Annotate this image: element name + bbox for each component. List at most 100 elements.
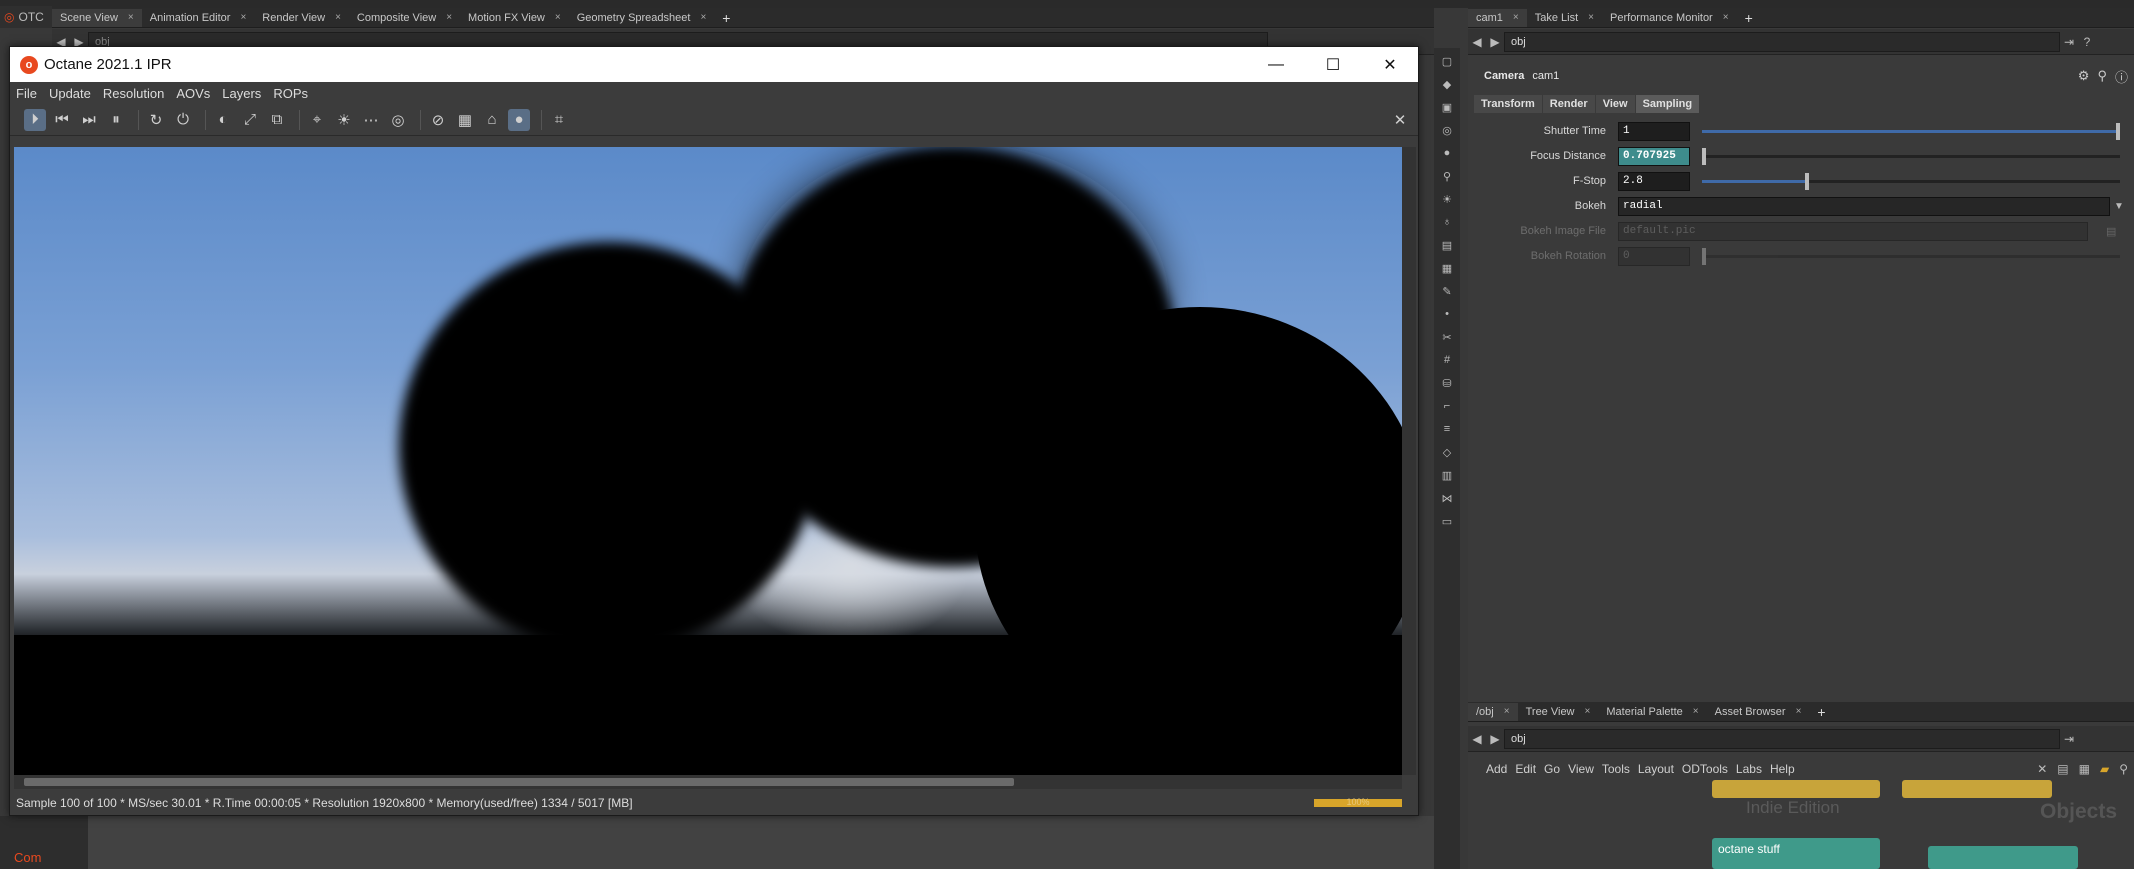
pin-icon[interactable]: ⚲ bbox=[1437, 166, 1457, 186]
layers-icon[interactable]: ≡ bbox=[1437, 419, 1457, 439]
contrast-icon[interactable]: ◐ bbox=[212, 109, 234, 131]
restart-icon[interactable]: ↻ bbox=[145, 109, 167, 131]
sphere-icon[interactable]: ● bbox=[1437, 143, 1457, 163]
target-icon[interactable]: ◎ bbox=[387, 109, 409, 131]
network-node-teal[interactable] bbox=[1928, 846, 2078, 869]
viewport-vertical-scrollbar[interactable] bbox=[1402, 147, 1416, 775]
forward-arrow-icon[interactable]: ▶ bbox=[1486, 730, 1504, 748]
menu-odtools[interactable]: ODTools bbox=[1682, 762, 1728, 776]
power-icon[interactable]: ⏻ bbox=[172, 109, 194, 131]
wrench-icon[interactable]: ✕ bbox=[2037, 762, 2047, 776]
file-chooser-icon[interactable]: ▤ bbox=[2106, 225, 2116, 238]
cube-icon[interactable]: ◆ bbox=[1437, 74, 1457, 94]
bokeh-select[interactable]: radial bbox=[1618, 196, 2110, 216]
menu-edit[interactable]: Edit bbox=[1515, 762, 1536, 776]
forward-arrow-icon[interactable]: ▶ bbox=[1486, 33, 1504, 51]
close-icon[interactable]: × bbox=[128, 12, 134, 23]
close-icon[interactable]: × bbox=[1585, 706, 1591, 717]
number-icon[interactable]: # bbox=[1437, 350, 1457, 370]
list-icon[interactable]: ▤ bbox=[2057, 762, 2068, 776]
film-icon[interactable]: ▥ bbox=[1437, 465, 1457, 485]
octane-stuff-node[interactable]: octane stuff bbox=[1712, 838, 1880, 869]
focus-distance-slider[interactable] bbox=[1702, 148, 2120, 165]
node-name-field[interactable]: cam1 bbox=[1532, 70, 1559, 82]
target-icon[interactable]: ◎ bbox=[1437, 120, 1457, 140]
menu-update[interactable]: Update bbox=[49, 86, 91, 101]
close-button[interactable]: ✕ bbox=[1361, 47, 1419, 82]
tab-performance-monitor[interactable]: Performance Monitor × bbox=[1602, 9, 1737, 27]
menu-tools[interactable]: Tools bbox=[1602, 762, 1630, 776]
fast-forward-icon[interactable]: ⏭ bbox=[78, 109, 100, 131]
help-icon[interactable]: ? bbox=[2078, 33, 2096, 51]
shutter-time-slider[interactable] bbox=[1702, 123, 2120, 140]
focus-picker-icon[interactable]: ⌖ bbox=[306, 109, 328, 131]
scrollbar-thumb[interactable] bbox=[24, 778, 1014, 786]
settings-icon[interactable]: ✕ bbox=[1389, 109, 1411, 131]
info-icon[interactable]: ⓘ bbox=[2115, 67, 2128, 86]
tab-take-list[interactable]: Take List × bbox=[1527, 9, 1602, 27]
region-icon[interactable]: ⧉ bbox=[266, 109, 288, 131]
tab-composite-view[interactable]: Composite View × bbox=[349, 9, 460, 27]
menu-help[interactable]: Help bbox=[1770, 762, 1795, 776]
bokeh-rotation-slider[interactable] bbox=[1702, 248, 2120, 265]
close-icon[interactable]: × bbox=[1796, 706, 1802, 717]
more-icon[interactable]: ⋯ bbox=[360, 109, 382, 131]
focus-distance-field[interactable]: 0.707925 bbox=[1618, 146, 1690, 166]
pin-icon[interactable]: ⇥ bbox=[2060, 33, 2078, 51]
light-icon[interactable]: ☀ bbox=[1437, 189, 1457, 209]
close-icon[interactable]: × bbox=[700, 12, 706, 23]
chevron-down-icon[interactable]: ▼ bbox=[2114, 201, 2124, 212]
menu-file[interactable]: File bbox=[16, 86, 37, 101]
fstop-slider[interactable] bbox=[1702, 173, 2120, 190]
dot-icon[interactable]: • bbox=[1437, 304, 1457, 324]
menu-labs[interactable]: Labs bbox=[1736, 762, 1762, 776]
network-node-bar[interactable] bbox=[1902, 780, 2052, 798]
camera-icon[interactable]: ▤ bbox=[1437, 235, 1457, 255]
menu-layers[interactable]: Layers bbox=[222, 86, 261, 101]
grid-icon[interactable]: ▦ bbox=[2079, 762, 2090, 776]
tab-tree-view[interactable]: Tree View × bbox=[1518, 703, 1599, 721]
tab-animation-editor[interactable]: Animation Editor × bbox=[142, 9, 255, 27]
add-tab-icon[interactable]: + bbox=[1737, 10, 1761, 26]
menu-view[interactable]: View bbox=[1568, 762, 1594, 776]
tab-geometry-spreadsheet[interactable]: Geometry Spreadsheet × bbox=[569, 9, 715, 27]
rewind-icon[interactable]: ⏮ bbox=[51, 109, 73, 131]
close-icon[interactable]: × bbox=[335, 12, 341, 23]
search-icon[interactable]: ⚲ bbox=[2097, 68, 2107, 84]
close-icon[interactable]: × bbox=[446, 12, 452, 23]
home-icon[interactable]: ⌂ bbox=[481, 109, 503, 131]
menu-rops[interactable]: ROPs bbox=[273, 86, 308, 101]
tab-render-view[interactable]: Render View × bbox=[254, 9, 349, 27]
knife-icon[interactable]: ✂ bbox=[1437, 327, 1457, 347]
no-entry-icon[interactable]: ⊘ bbox=[427, 109, 449, 131]
minimize-button[interactable]: — bbox=[1247, 47, 1305, 82]
close-icon[interactable]: × bbox=[1504, 706, 1510, 717]
menu-layout[interactable]: Layout bbox=[1638, 762, 1674, 776]
tab-sampling[interactable]: Sampling bbox=[1635, 95, 1700, 113]
select-tool-icon[interactable]: ▢ bbox=[1437, 51, 1457, 71]
close-icon[interactable]: × bbox=[1693, 706, 1699, 717]
render-viewport[interactable] bbox=[14, 147, 1402, 775]
octane-titlebar[interactable]: o Octane 2021.1 IPR — ☐ ✕ bbox=[10, 47, 1418, 82]
menu-go[interactable]: Go bbox=[1544, 762, 1560, 776]
tab-transform[interactable]: Transform bbox=[1474, 95, 1542, 113]
node-icon[interactable]: ⋈ bbox=[1437, 488, 1457, 508]
menu-aovs[interactable]: AOVs bbox=[176, 86, 210, 101]
grid-icon[interactable]: ▦ bbox=[1437, 258, 1457, 278]
tab-cam1[interactable]: cam1 × bbox=[1468, 8, 1527, 27]
network-node-bar[interactable] bbox=[1712, 780, 1880, 798]
network-path-field[interactable]: obj bbox=[1504, 728, 2060, 749]
bucket-icon[interactable]: ⛁ bbox=[1437, 373, 1457, 393]
corner-icon[interactable]: ⌐ bbox=[1437, 396, 1457, 416]
note-icon[interactable]: ▰ bbox=[2100, 762, 2109, 776]
add-tab-icon[interactable]: + bbox=[1809, 704, 1833, 720]
back-arrow-icon[interactable]: ◀ bbox=[1468, 730, 1486, 748]
close-icon[interactable]: × bbox=[1588, 12, 1594, 23]
start-render-icon[interactable]: ⏵ bbox=[24, 108, 46, 131]
gear-icon[interactable]: ⚙ bbox=[2078, 68, 2090, 84]
close-icon[interactable]: × bbox=[555, 12, 561, 23]
bokeh-image-file-field[interactable]: default.pic bbox=[1618, 221, 2088, 241]
viewport-horizontal-scrollbar[interactable] bbox=[14, 775, 1402, 789]
search-icon[interactable]: ⚲ bbox=[2119, 762, 2128, 776]
tab-material-palette[interactable]: Material Palette × bbox=[1598, 703, 1706, 721]
